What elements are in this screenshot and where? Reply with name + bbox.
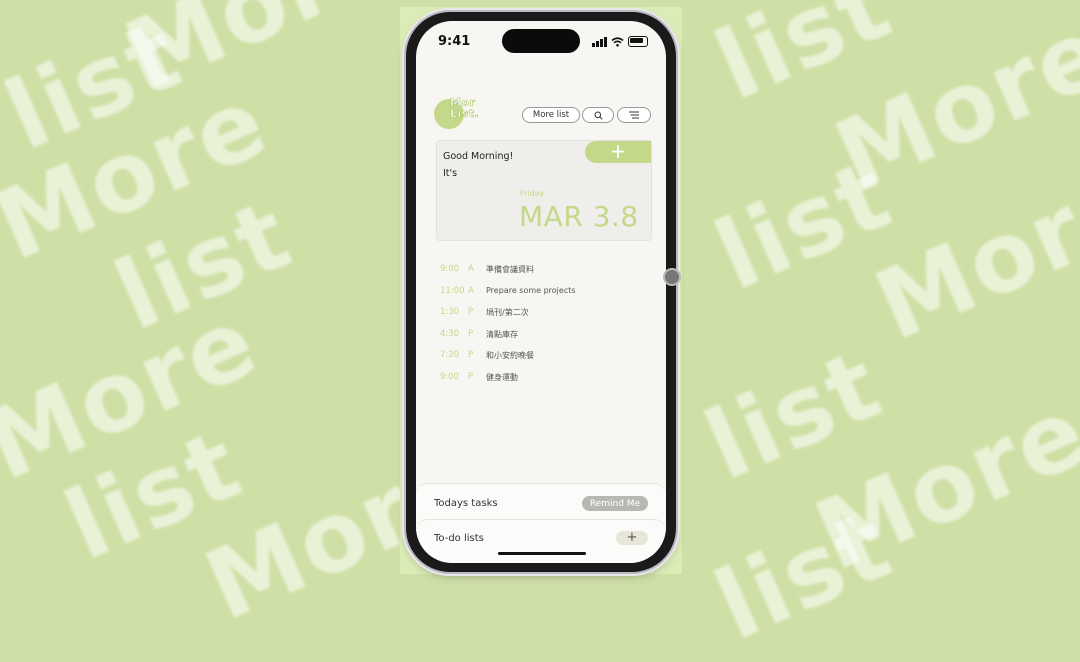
schedule-time: 9:00 <box>440 371 460 382</box>
todays-tasks-panel[interactable]: Todays tasks Remind Me <box>416 483 666 522</box>
logo-text: Mor List. <box>450 97 480 120</box>
menu-icon <box>629 111 639 119</box>
schedule-item[interactable]: 9:00 P 健身運動 <box>440 372 650 394</box>
schedule-task: 健身運動 <box>486 372 518 382</box>
schedule-task: 清點庫存 <box>486 329 518 339</box>
schedule-item[interactable]: 1:30 P 堝刊/第二次 <box>440 307 650 329</box>
status-time: 9:41 <box>438 34 471 49</box>
schedule-ampm: A <box>468 285 474 296</box>
phone-screen: 9:41 Mor List. More list + Good Morning!… <box>416 21 666 563</box>
menu-button[interactable] <box>617 107 651 123</box>
day-label: Friday <box>520 189 545 198</box>
schedule-task: Prepare some projects <box>486 285 576 295</box>
schedule-time: 11:00 <box>440 285 465 296</box>
greeting-card: + Good Morning! It's Friday MAR 3.8 <box>436 140 652 241</box>
battery-icon <box>628 36 648 47</box>
schedule-item[interactable]: 9:00 A 準備會議資料 <box>440 264 650 286</box>
home-indicator[interactable] <box>498 552 586 555</box>
search-button[interactable] <box>582 107 614 123</box>
schedule-ampm: P <box>468 371 474 382</box>
schedule-ampm: P <box>468 307 474 317</box>
add-task-button[interactable]: + <box>585 141 651 163</box>
schedule-ampm: P <box>468 328 474 339</box>
search-icon <box>594 111 603 120</box>
remind-me-button[interactable]: Remind Me <box>582 496 648 511</box>
todays-tasks-label: Todays tasks <box>434 498 498 509</box>
signal-icon <box>592 36 607 47</box>
logo-text-line2: List. <box>450 107 480 120</box>
schedule-time: 7:20 <box>440 350 460 360</box>
app-logo: Mor List. <box>434 97 484 129</box>
phone-frame: 9:41 Mor List. More list + Good Morning!… <box>406 12 676 572</box>
watermark-word: More <box>110 0 414 113</box>
greeting-text: Good Morning! <box>443 151 514 162</box>
schedule-item[interactable]: 7:20 P 和小安約晚餐 <box>440 350 650 372</box>
schedule-item[interactable]: 11:00 A Prepare some projects <box>440 286 650 308</box>
todo-lists-label: To-do lists <box>434 533 484 544</box>
dynamic-island <box>502 29 580 53</box>
wifi-icon <box>611 36 624 47</box>
schedule-task: 準備會議資料 <box>486 265 534 274</box>
its-text: It's <box>443 168 458 179</box>
status-icons <box>592 36 648 47</box>
date-label: MAR 3.8 <box>519 200 639 233</box>
todo-lists-panel[interactable]: To-do lists + <box>416 519 666 563</box>
schedule-ampm: A <box>468 264 474 274</box>
todo-add-button[interactable]: + <box>616 531 648 545</box>
schedule-time: 1:30 <box>440 307 460 317</box>
schedule-time: 9:00 <box>440 264 460 274</box>
schedule-item[interactable]: 4:30 P 清點庫存 <box>440 329 650 351</box>
schedule-time: 4:30 <box>440 328 460 339</box>
more-list-button[interactable]: More list <box>522 107 580 123</box>
schedule-task: 和小安約晚餐 <box>486 351 534 360</box>
assistive-touch-button[interactable] <box>663 268 681 286</box>
schedule-ampm: P <box>468 350 474 360</box>
schedule-task: 堝刊/第二次 <box>486 308 529 317</box>
schedule-list: 9:00 A 準備會議資料 11:00 A Prepare some proje… <box>440 264 650 393</box>
